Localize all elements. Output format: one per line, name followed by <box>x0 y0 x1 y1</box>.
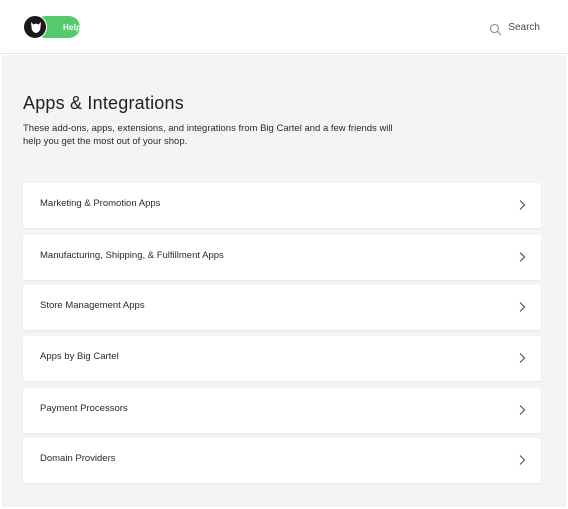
page-title: Apps & Integrations <box>23 93 184 113</box>
chevron-right-icon <box>519 353 526 363</box>
search-button[interactable]: Search <box>489 19 540 35</box>
chevron-right-icon <box>519 200 526 210</box>
category-label: Payment Processors <box>40 403 128 414</box>
category-card-payment-processors[interactable]: Payment Processors <box>23 388 541 433</box>
category-label: Apps by Big Cartel <box>40 351 119 362</box>
chevron-right-icon <box>519 252 526 262</box>
site-header: Help Search <box>0 0 568 54</box>
category-card-apps-by-big-cartel[interactable]: Apps by Big Cartel <box>23 336 541 381</box>
category-card-store-management[interactable]: Store Management Apps <box>23 285 541 330</box>
search-icon <box>490 23 502 35</box>
category-card-domain-providers[interactable]: Domain Providers <box>23 438 541 483</box>
page-description: These add-ons, apps, extensions, and int… <box>23 123 393 147</box>
category-label: Marketing & Promotion Apps <box>40 198 161 209</box>
category-label: Store Management Apps <box>40 300 145 311</box>
category-label: Manufacturing, Shipping, & Fulfillment A… <box>40 250 224 261</box>
search-label: Search <box>508 21 540 33</box>
logo-label: Help <box>63 23 82 32</box>
category-card-marketing[interactable]: Marketing & Promotion Apps <box>23 183 541 228</box>
chevron-right-icon <box>519 455 526 465</box>
chevron-right-icon <box>519 405 526 415</box>
big-cartel-bat-icon <box>23 15 47 39</box>
category-label: Domain Providers <box>40 453 116 464</box>
chevron-right-icon <box>519 302 526 312</box>
category-card-manufacturing[interactable]: Manufacturing, Shipping, & Fulfillment A… <box>23 235 541 280</box>
help-center-logo[interactable]: Help <box>23 14 81 40</box>
main-content: Apps & Integrations These add-ons, apps,… <box>2 55 566 507</box>
